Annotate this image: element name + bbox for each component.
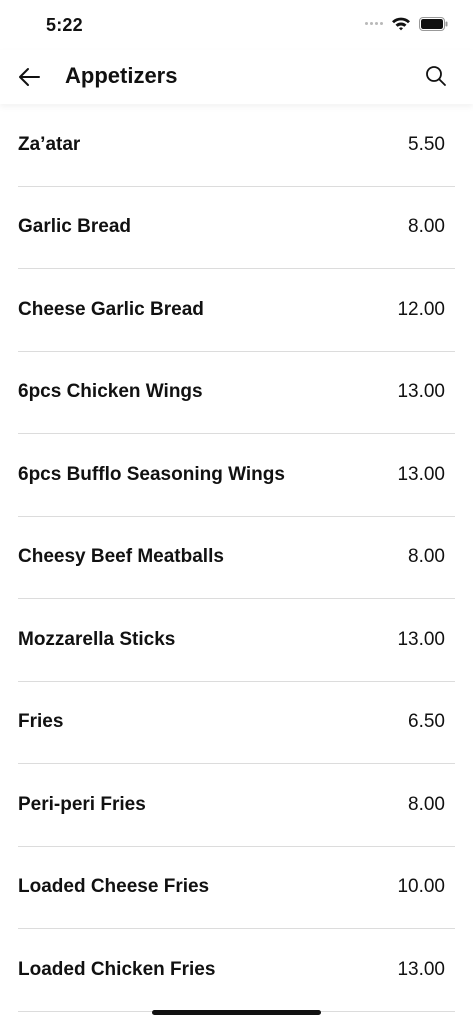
wifi-icon bbox=[392, 17, 410, 31]
item-price: 13.00 bbox=[397, 463, 445, 485]
item-name: Cheesy Beef Meatballs bbox=[18, 546, 224, 568]
menu-item[interactable]: Cheese Garlic Bread 12.00 bbox=[18, 269, 455, 352]
item-price: 12.00 bbox=[397, 298, 445, 320]
item-name: Mozzarella Sticks bbox=[18, 628, 176, 650]
menu-item[interactable]: Za’atar 5.50 bbox=[18, 104, 455, 187]
menu-list: Za’atar 5.50 Garlic Bread 8.00 Cheese Ga… bbox=[18, 104, 455, 1012]
battery-icon bbox=[419, 16, 448, 31]
item-price: 8.00 bbox=[408, 546, 445, 568]
menu-item[interactable]: Peri-peri Fries 8.00 bbox=[18, 764, 455, 847]
item-price: 13.00 bbox=[397, 628, 445, 650]
item-name: Garlic Bread bbox=[18, 216, 131, 238]
menu-item[interactable]: Fries 6.50 bbox=[18, 682, 455, 764]
menu-item[interactable]: Loaded Cheese Fries 10.00 bbox=[18, 847, 455, 929]
menu-item[interactable]: 6pcs Bufflo Seasoning Wings 13.00 bbox=[18, 434, 455, 517]
back-button[interactable] bbox=[12, 60, 46, 94]
search-icon bbox=[426, 66, 446, 86]
item-price: 6.50 bbox=[408, 711, 445, 733]
item-name: Za’atar bbox=[18, 133, 81, 155]
item-name: Loaded Cheese Fries bbox=[18, 876, 210, 898]
item-name: 6pcs Chicken Wings bbox=[18, 381, 203, 403]
page-title: Appetizers bbox=[65, 63, 178, 88]
item-price: 5.50 bbox=[408, 133, 445, 155]
menu-item[interactable]: 6pcs Chicken Wings 13.00 bbox=[18, 352, 455, 434]
item-name: Fries bbox=[18, 711, 64, 733]
arrow-left-icon bbox=[19, 68, 40, 86]
item-price: 8.00 bbox=[408, 793, 445, 815]
status-time: 5:22 bbox=[46, 15, 83, 35]
menu-item[interactable]: Mozzarella Sticks 13.00 bbox=[18, 599, 455, 682]
item-name: Peri-peri Fries bbox=[18, 793, 146, 815]
navigation-bar: Appetizers bbox=[0, 50, 473, 104]
item-price: 13.00 bbox=[397, 381, 445, 403]
item-price: 13.00 bbox=[397, 958, 445, 980]
home-indicator[interactable] bbox=[152, 1010, 321, 1015]
item-name: Cheese Garlic Bread bbox=[18, 298, 204, 320]
item-name: Loaded Chicken Fries bbox=[18, 958, 216, 980]
search-button[interactable] bbox=[423, 63, 449, 89]
menu-item[interactable]: Loaded Chicken Fries 13.00 bbox=[18, 929, 455, 1012]
menu-item[interactable]: Garlic Bread 8.00 bbox=[18, 187, 455, 269]
item-price: 8.00 bbox=[408, 216, 445, 238]
status-icons bbox=[365, 16, 449, 31]
menu-item[interactable]: Cheesy Beef Meatballs 8.00 bbox=[18, 517, 455, 599]
signal-icon bbox=[365, 22, 383, 25]
item-name: 6pcs Bufflo Seasoning Wings bbox=[18, 463, 285, 485]
status-bar: 5:22 bbox=[0, 0, 473, 50]
item-price: 10.00 bbox=[397, 876, 445, 898]
